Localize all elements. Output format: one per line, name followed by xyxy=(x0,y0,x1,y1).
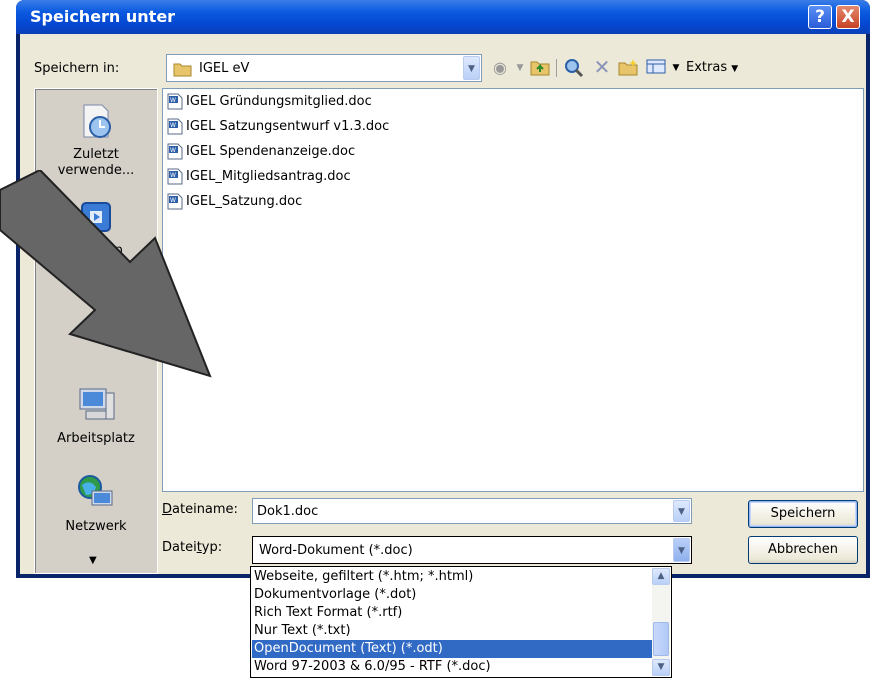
up-folder-icon[interactable] xyxy=(530,58,550,81)
file-name: IGEL Spendenanzeige.doc xyxy=(186,143,356,159)
svg-text:W: W xyxy=(170,97,176,104)
filename-label: Dateiname: xyxy=(162,502,238,517)
filetype-value: Word-Dokument (*.doc) xyxy=(259,543,413,558)
help-button[interactable]: ? xyxy=(808,5,832,29)
file-list[interactable]: W IGEL Gründungsmitglied.doc W IGEL Satzung… xyxy=(162,88,864,492)
file-name: IGEL Gründungsmitglied.doc xyxy=(186,93,372,109)
title-bar[interactable]: Speichern unter ? X xyxy=(16,0,870,34)
network-icon xyxy=(78,475,113,506)
save-in-value: IGEL eV xyxy=(199,61,250,76)
scroll-up-icon[interactable]: ▲ xyxy=(652,568,670,585)
filetype-option[interactable]: Webseite, gefiltert (*.htm; *.html) xyxy=(252,568,652,586)
filetype-chevron-icon[interactable]: ▼ xyxy=(673,538,690,562)
word-doc-icon: W xyxy=(167,93,183,109)
place-computer-label: Arbeitsplatz xyxy=(57,431,135,446)
recent-icon xyxy=(83,104,111,138)
extras-label: Extras xyxy=(686,60,728,75)
views-dropdown-icon[interactable]: ▼ xyxy=(666,58,686,78)
place-network[interactable]: Netzwerk xyxy=(35,473,157,534)
cancel-button[interactable]: Abbrechen xyxy=(748,536,858,564)
filetype-select[interactable]: Word-Dokument (*.doc) ▼ xyxy=(252,536,692,564)
file-item[interactable]: W IGEL Satzungsentwurf v1.3.doc xyxy=(167,115,389,137)
save-in-label: Speichern in: xyxy=(34,61,120,76)
filetype-option[interactable]: Word 97-2003 & 6.0/95 - RTF (*.doc) xyxy=(252,658,652,676)
scroll-down-icon[interactable]: ▼ xyxy=(89,555,97,566)
search-web-icon[interactable] xyxy=(564,58,584,83)
save-in-combo[interactable]: IGEL eV ▼ xyxy=(166,54,482,82)
toolbar-separator xyxy=(556,59,557,77)
word-doc-icon: W xyxy=(167,143,183,159)
chevron-down-icon[interactable]: ▼ xyxy=(463,56,480,80)
place-network-label: Netzwerk xyxy=(65,519,127,534)
dropdown-scrollbar[interactable]: ▲ ▼ xyxy=(652,568,670,676)
scroll-down-icon[interactable]: ▼ xyxy=(652,659,670,676)
save-button[interactable]: Speichern xyxy=(748,500,858,528)
file-name: IGEL Satzungsentwurf v1.3.doc xyxy=(186,118,390,134)
scroll-thumb[interactable] xyxy=(653,622,669,656)
delete-icon[interactable]: ✕ xyxy=(592,57,612,77)
filetype-option[interactable]: OpenDocument (Text) (*.odt) xyxy=(252,640,652,658)
filetype-option[interactable]: Dokumentvorlage (*.dot) xyxy=(252,586,652,604)
annotation-arrow-icon xyxy=(0,170,212,378)
place-recent[interactable]: Zuletzt verwende... xyxy=(35,101,157,179)
filename-value: Dok1.doc xyxy=(257,504,319,519)
svg-text:W: W xyxy=(170,122,176,129)
filename-input[interactable]: Dok1.doc ▼ xyxy=(252,498,692,524)
extras-menu[interactable]: Extras ▼ xyxy=(686,60,738,75)
svg-text:W: W xyxy=(170,147,176,154)
extras-chevron-icon: ▼ xyxy=(731,64,739,74)
back-icon[interactable]: ◉ xyxy=(490,58,510,78)
file-item[interactable]: W IGEL Spendenanzeige.doc xyxy=(167,140,355,162)
filetype-option[interactable]: Rich Text Format (*.rtf) xyxy=(252,604,652,622)
filetype-dropdown-list[interactable]: ▲ ▼ Webseite, gefiltert (*.htm; *.html) D… xyxy=(250,566,672,678)
views-icon[interactable] xyxy=(646,58,666,79)
dialog-title: Speichern unter xyxy=(30,7,176,26)
close-button[interactable]: X xyxy=(836,5,860,29)
filetype-label: Dateityp: xyxy=(162,540,223,555)
back-dropdown-icon[interactable]: ▼ xyxy=(510,58,530,78)
file-item[interactable]: W IGEL Gründungsmitglied.doc xyxy=(167,90,372,112)
folder-icon xyxy=(173,63,192,77)
new-folder-icon[interactable] xyxy=(618,58,638,81)
filename-chevron-icon[interactable]: ▼ xyxy=(673,500,690,522)
word-doc-icon: W xyxy=(167,118,183,134)
filetype-option[interactable]: Nur Text (*.txt) xyxy=(252,622,652,640)
